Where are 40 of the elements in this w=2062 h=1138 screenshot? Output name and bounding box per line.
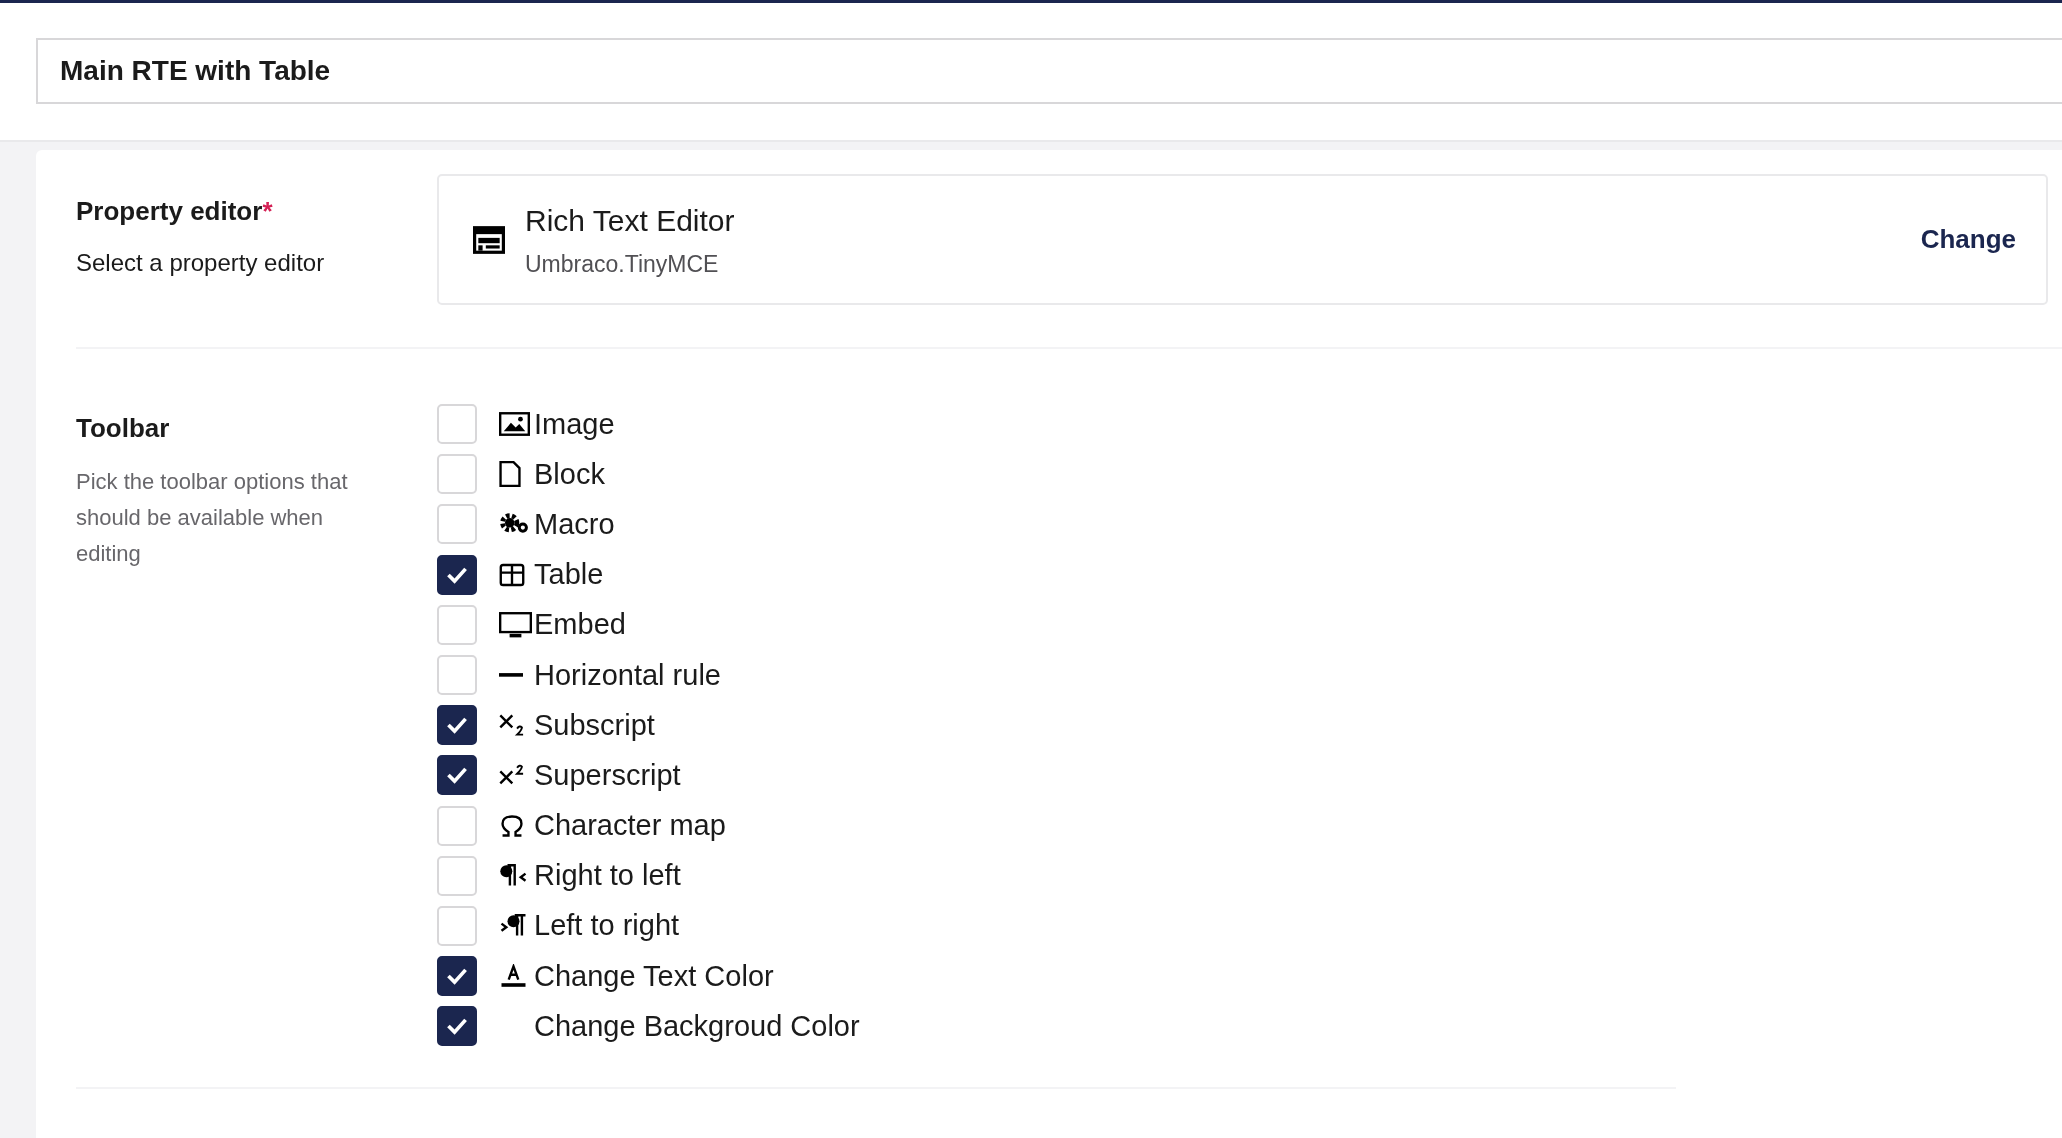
checkbox[interactable]: [437, 956, 477, 997]
checkbox[interactable]: [437, 755, 477, 796]
image-icon: [499, 412, 530, 437]
checkmark-icon: [446, 716, 468, 735]
editor-name: Rich Text Editor: [525, 202, 735, 239]
property-editor-description: Select a property editor: [76, 248, 326, 278]
name-input-field[interactable]: Main RTE with Table: [36, 38, 2062, 104]
checkbox[interactable]: [437, 554, 477, 595]
checkmark-icon: [446, 766, 468, 785]
checkmark-icon: [446, 565, 468, 584]
option-label: Subscript: [534, 710, 655, 740]
pilcrow-right-icon: [499, 913, 528, 938]
option-label: Image: [534, 409, 615, 439]
option-label: Block: [534, 459, 605, 489]
checkbox[interactable]: [437, 705, 477, 746]
option-label: Change Text Color: [534, 961, 774, 991]
checkmark-icon: [446, 967, 468, 986]
editor-icon: [473, 225, 505, 254]
toolbar-description: Pick the toolbar options that should be available when editing: [76, 468, 349, 568]
omega-icon: [499, 813, 525, 838]
option-label: Superscript: [534, 760, 681, 790]
property-editor-label: Property editor*: [76, 195, 274, 228]
pilcrow-left-icon: [499, 863, 528, 888]
document-icon: [499, 461, 521, 488]
option-label: Right to left: [534, 861, 681, 891]
option-label: Embed: [534, 610, 626, 640]
option-label: Table: [534, 560, 604, 590]
editor-alias: Umbraco.TinyMCE: [525, 249, 720, 279]
option-label: Change Backgroud Color: [534, 1011, 860, 1041]
option-label: Character map: [534, 811, 726, 841]
option-label: Macro: [534, 509, 615, 539]
change-link[interactable]: Change: [1920, 220, 2016, 259]
monitor-icon: [499, 611, 532, 638]
checkbox[interactable]: [437, 1006, 477, 1047]
option-label: Left to right: [534, 911, 680, 941]
checkmark-icon: [446, 1017, 468, 1036]
option-label: Horizontal rule: [534, 660, 721, 690]
text-color-icon: [499, 964, 528, 989]
toolbar-label: Toolbar: [76, 412, 171, 445]
table-icon: [499, 562, 525, 587]
